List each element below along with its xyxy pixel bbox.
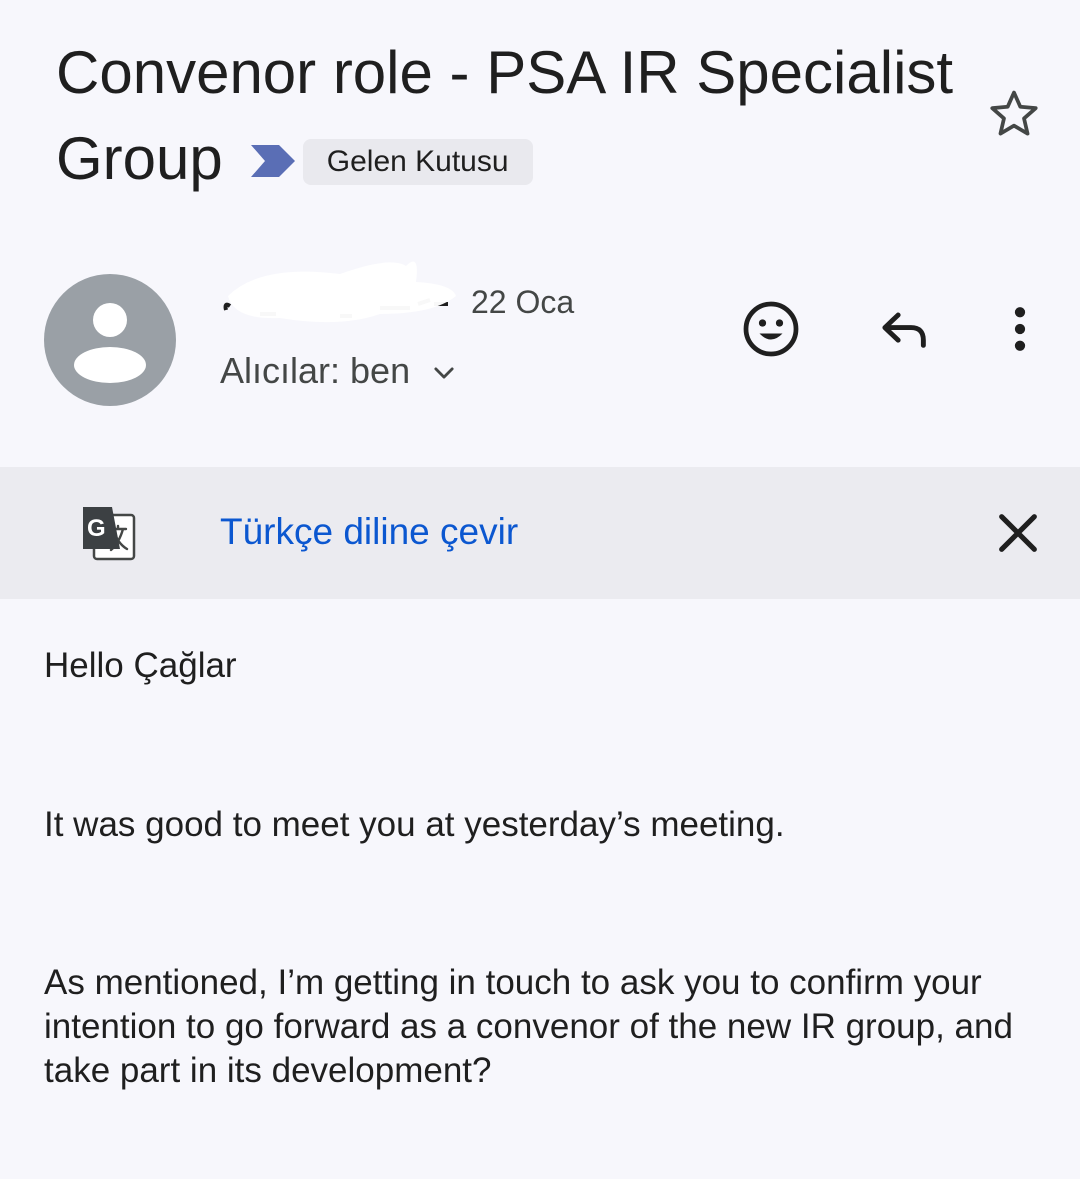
- sender-name-redacted[interactable]: [220, 256, 460, 332]
- add-emoji-icon: [743, 301, 799, 357]
- svg-text:G: G: [87, 515, 106, 542]
- redaction-smudge: [223, 261, 456, 323]
- recipients-label: Alıcılar: ben: [220, 350, 411, 391]
- email-view: Convenor role - PSA IR Specialist Group …: [0, 0, 1080, 1179]
- person-avatar-icon: [74, 303, 146, 383]
- translate-link[interactable]: Türkçe diline çevir: [220, 511, 518, 553]
- more-options-button[interactable]: [984, 293, 1056, 365]
- email-subject: Convenor role - PSA IR Specialist Group …: [56, 30, 976, 202]
- email-paragraph: It was good to meet you at yesterday’s m…: [44, 805, 785, 844]
- email-paragraph: As mentioned, I’m getting in touch to as…: [44, 963, 1013, 1090]
- reply-button[interactable]: [868, 293, 940, 365]
- translate-icon: G: [83, 507, 136, 561]
- more-vert-icon: [1014, 307, 1026, 351]
- chevron-down-icon: [434, 367, 454, 379]
- inbox-label-chip[interactable]: Gelen Kutusu: [302, 139, 533, 185]
- email-greeting: Hello Çağlar: [44, 646, 237, 685]
- recipients-toggle[interactable]: Alıcılar: ben: [220, 350, 458, 392]
- close-icon[interactable]: [990, 505, 1046, 561]
- star-icon[interactable]: [986, 86, 1042, 142]
- important-marker-icon[interactable]: [249, 141, 297, 181]
- add-reaction-button[interactable]: [735, 293, 807, 365]
- email-date: 22 Oca: [471, 284, 575, 320]
- reply-icon: [882, 312, 926, 348]
- sender-avatar[interactable]: [44, 274, 176, 406]
- translate-banner: G Türkçe diline çevir: [0, 467, 1080, 599]
